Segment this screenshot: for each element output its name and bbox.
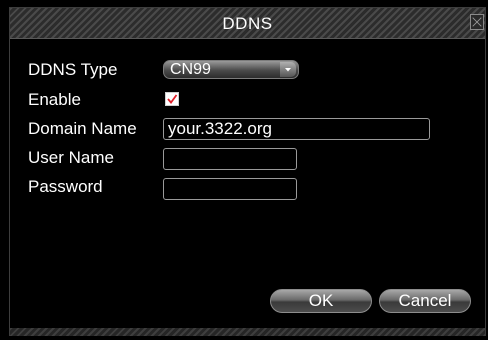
cancel-button[interactable]: Cancel [379, 289, 471, 313]
user-name-field[interactable] [163, 148, 297, 170]
domain-name-field[interactable]: your.3322.org [163, 118, 430, 140]
domain-name-label: Domain Name [28, 119, 137, 138]
ddns-type-value: CN99 [170, 61, 211, 78]
ok-button[interactable]: OK [270, 289, 372, 313]
user-name-label: User Name [28, 148, 114, 167]
close-button[interactable] [470, 14, 484, 30]
password-label: Password [28, 177, 103, 196]
ddns-type-select[interactable]: CN99 [163, 60, 299, 79]
bottom-strip [10, 328, 485, 336]
password-field[interactable] [163, 178, 297, 200]
screen: DDNS DDNS Type CN99 Enable Domain Name y… [0, 0, 488, 340]
title-bar: DDNS [10, 8, 485, 39]
checkmark-icon [167, 94, 178, 104]
dropdown-arrow[interactable] [280, 62, 296, 77]
ddns-type-label: DDNS Type [28, 60, 118, 79]
enable-checkbox[interactable] [165, 92, 179, 106]
dialog-title: DDNS [222, 14, 273, 33]
enable-label: Enable [28, 90, 81, 109]
ddns-dialog: DDNS DDNS Type CN99 Enable Domain Name y… [9, 7, 486, 336]
close-icon [472, 17, 482, 27]
chevron-down-icon [285, 68, 291, 72]
